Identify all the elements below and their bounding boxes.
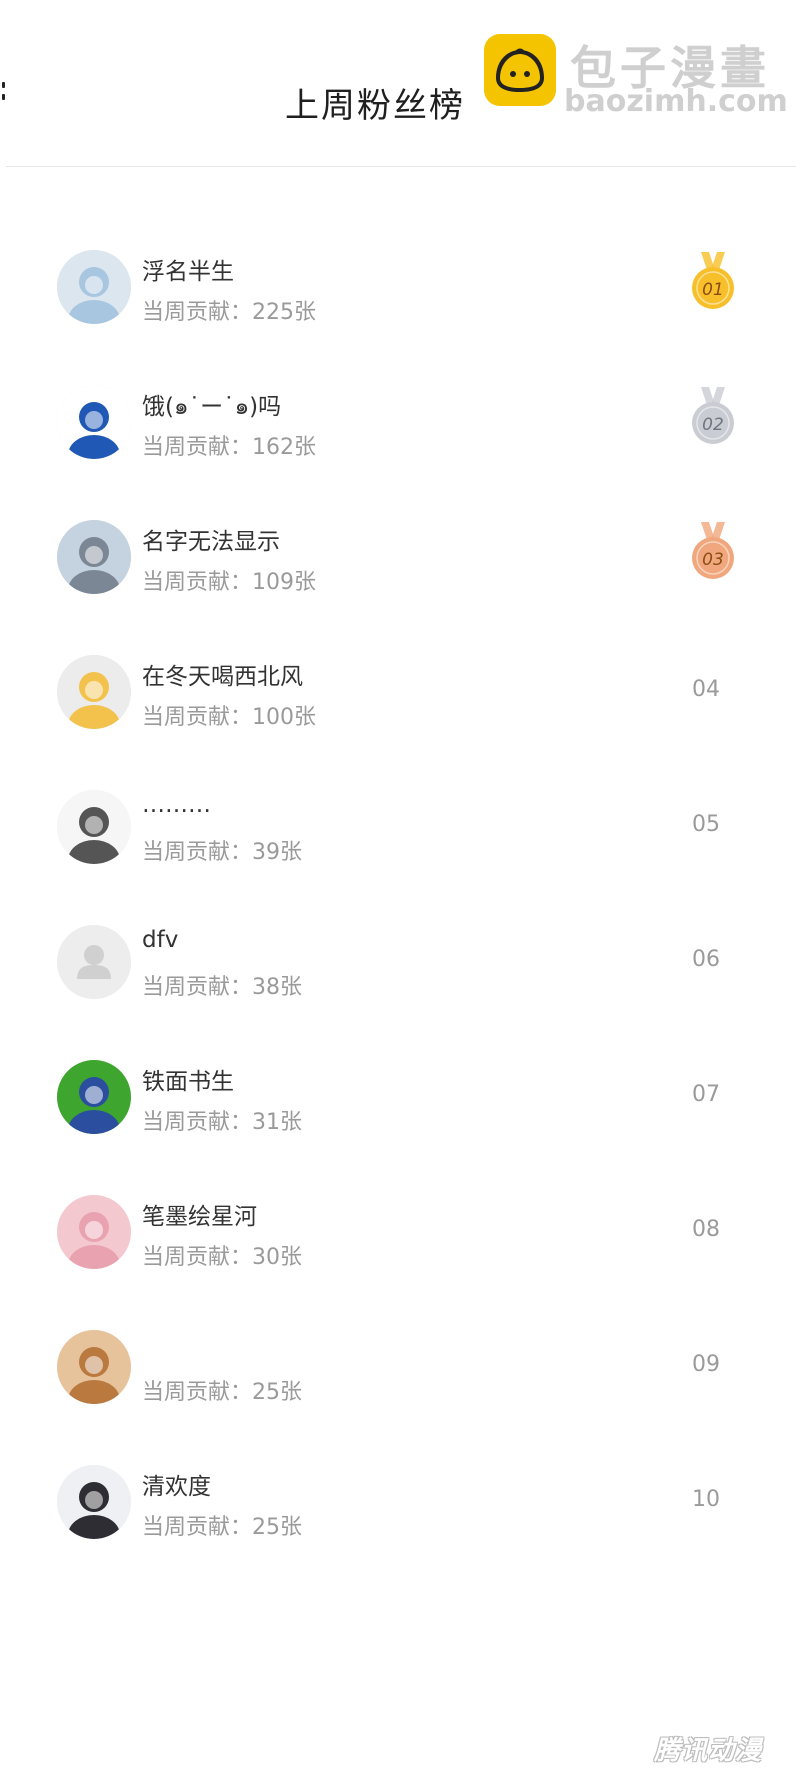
list-item[interactable]: 笔墨绘星河当周贡献：30张 08 xyxy=(0,1171,800,1306)
avatar[interactable] xyxy=(57,925,131,999)
avatar[interactable] xyxy=(57,520,131,594)
sketch-character-avatar-icon xyxy=(57,790,131,864)
list-item[interactable]: 当周贡献：25张 09 xyxy=(0,1306,800,1441)
nickname: 清欢度 xyxy=(142,1474,211,1500)
list-item[interactable]: 铁面书生当周贡献：31张 07 xyxy=(0,1036,800,1171)
weekly-contribution: 当周贡献：100张 xyxy=(142,705,316,730)
gold-medal-icon: 01 xyxy=(689,250,737,312)
list-item[interactable]: 在冬天喝西北风 当周贡献：100张 04 xyxy=(0,631,800,766)
silver-medal-icon: 02 xyxy=(689,385,737,447)
nickname: 笔墨绘星河 xyxy=(142,1204,257,1230)
avatar[interactable] xyxy=(57,385,131,459)
weekly-contribution: 当周贡献：25张 xyxy=(142,1380,302,1405)
watermark-url: baozimh.com xyxy=(564,84,788,119)
bronze-medal-icon: 03 xyxy=(689,520,737,582)
anime-boy-avatar-icon xyxy=(57,250,131,324)
rank-number: 05 xyxy=(692,812,720,837)
weekly-contribution: 当周贡献：109张 xyxy=(142,570,316,595)
medal-rank-number: 01 xyxy=(702,280,724,300)
nickname: 铁面书生 xyxy=(142,1069,234,1095)
list-item[interactable]: 清欢度当周贡献：25张 10 xyxy=(0,1441,800,1576)
list-item[interactable]: 名字无法显示当周贡献：109张 03 xyxy=(0,496,800,631)
avatar[interactable] xyxy=(57,1060,131,1134)
bun-logo-icon xyxy=(484,34,556,106)
weekly-contribution: 当周贡献：39张 xyxy=(142,840,302,865)
nickname: dfv xyxy=(142,927,179,953)
nickname: ……… xyxy=(142,792,211,818)
weekly-contribution: 当周贡献：31张 xyxy=(142,1110,302,1135)
header: 上周粉丝榜 包子漫畫 baozimh.com xyxy=(0,0,800,168)
medal-rank-number: 02 xyxy=(702,415,724,435)
flower-avatar-icon xyxy=(57,655,131,729)
nickname: 饿(๑˙ー˙๑)吗 xyxy=(142,394,282,420)
weekly-contribution: 当周贡献：30张 xyxy=(142,1245,302,1270)
nickname: 名字无法显示 xyxy=(142,529,280,555)
default-user-avatar-icon xyxy=(57,925,131,999)
rank-number: 04 xyxy=(692,677,720,702)
watermark: 包子漫畫 baozimh.com xyxy=(484,30,788,120)
weekly-contribution: 当周贡献：162张 xyxy=(142,435,316,460)
weekly-contribution: 当周贡献：225张 xyxy=(142,300,316,325)
list-item[interactable]: ……… 当周贡献：39张 05 xyxy=(0,766,800,901)
fan-ranking-list: 浮名半生当周贡献：225张 01 饿(๑˙ー˙๑)吗当周贡献：162张 02 名字无法显… xyxy=(0,226,800,1576)
rank-number: 07 xyxy=(692,1082,720,1107)
footer-watermark: 腾讯动漫 xyxy=(654,1736,763,1766)
list-item[interactable]: 饿(๑˙ー˙๑)吗当周贡献：162张 02 xyxy=(0,361,800,496)
seaside-person-avatar-icon xyxy=(57,520,131,594)
frog-hood-avatar-icon xyxy=(57,1060,131,1134)
medal-rank-number: 03 xyxy=(702,550,724,570)
nickname: 浮名半生 xyxy=(142,259,234,285)
avatar[interactable] xyxy=(57,250,131,324)
rank-number: 06 xyxy=(692,947,720,972)
weekly-contribution: 当周贡献：38张 xyxy=(142,975,302,1000)
avatar[interactable] xyxy=(57,1330,131,1404)
avatar[interactable] xyxy=(57,1465,131,1539)
rank-number: 08 xyxy=(692,1217,720,1242)
rank-number: 09 xyxy=(692,1352,720,1377)
list-item[interactable]: 浮名半生当周贡献：225张 01 xyxy=(0,226,800,361)
pink-hair-girl-avatar-icon xyxy=(57,1195,131,1269)
avatar[interactable] xyxy=(57,1195,131,1269)
rank-number: 10 xyxy=(692,1487,720,1512)
list-item[interactable]: dfv 当周贡献：38张 06 xyxy=(0,901,800,1036)
nickname: 在冬天喝西北风 xyxy=(142,664,303,690)
avatar[interactable] xyxy=(57,655,131,729)
avatar[interactable] xyxy=(57,790,131,864)
header-divider xyxy=(6,166,796,167)
dark-hair-girl-avatar-icon xyxy=(57,1465,131,1539)
weekly-contribution: 当周贡献：25张 xyxy=(142,1515,302,1540)
delivery-rider-avatar-icon xyxy=(57,385,131,459)
shiba-dog-avatar-icon xyxy=(57,1330,131,1404)
